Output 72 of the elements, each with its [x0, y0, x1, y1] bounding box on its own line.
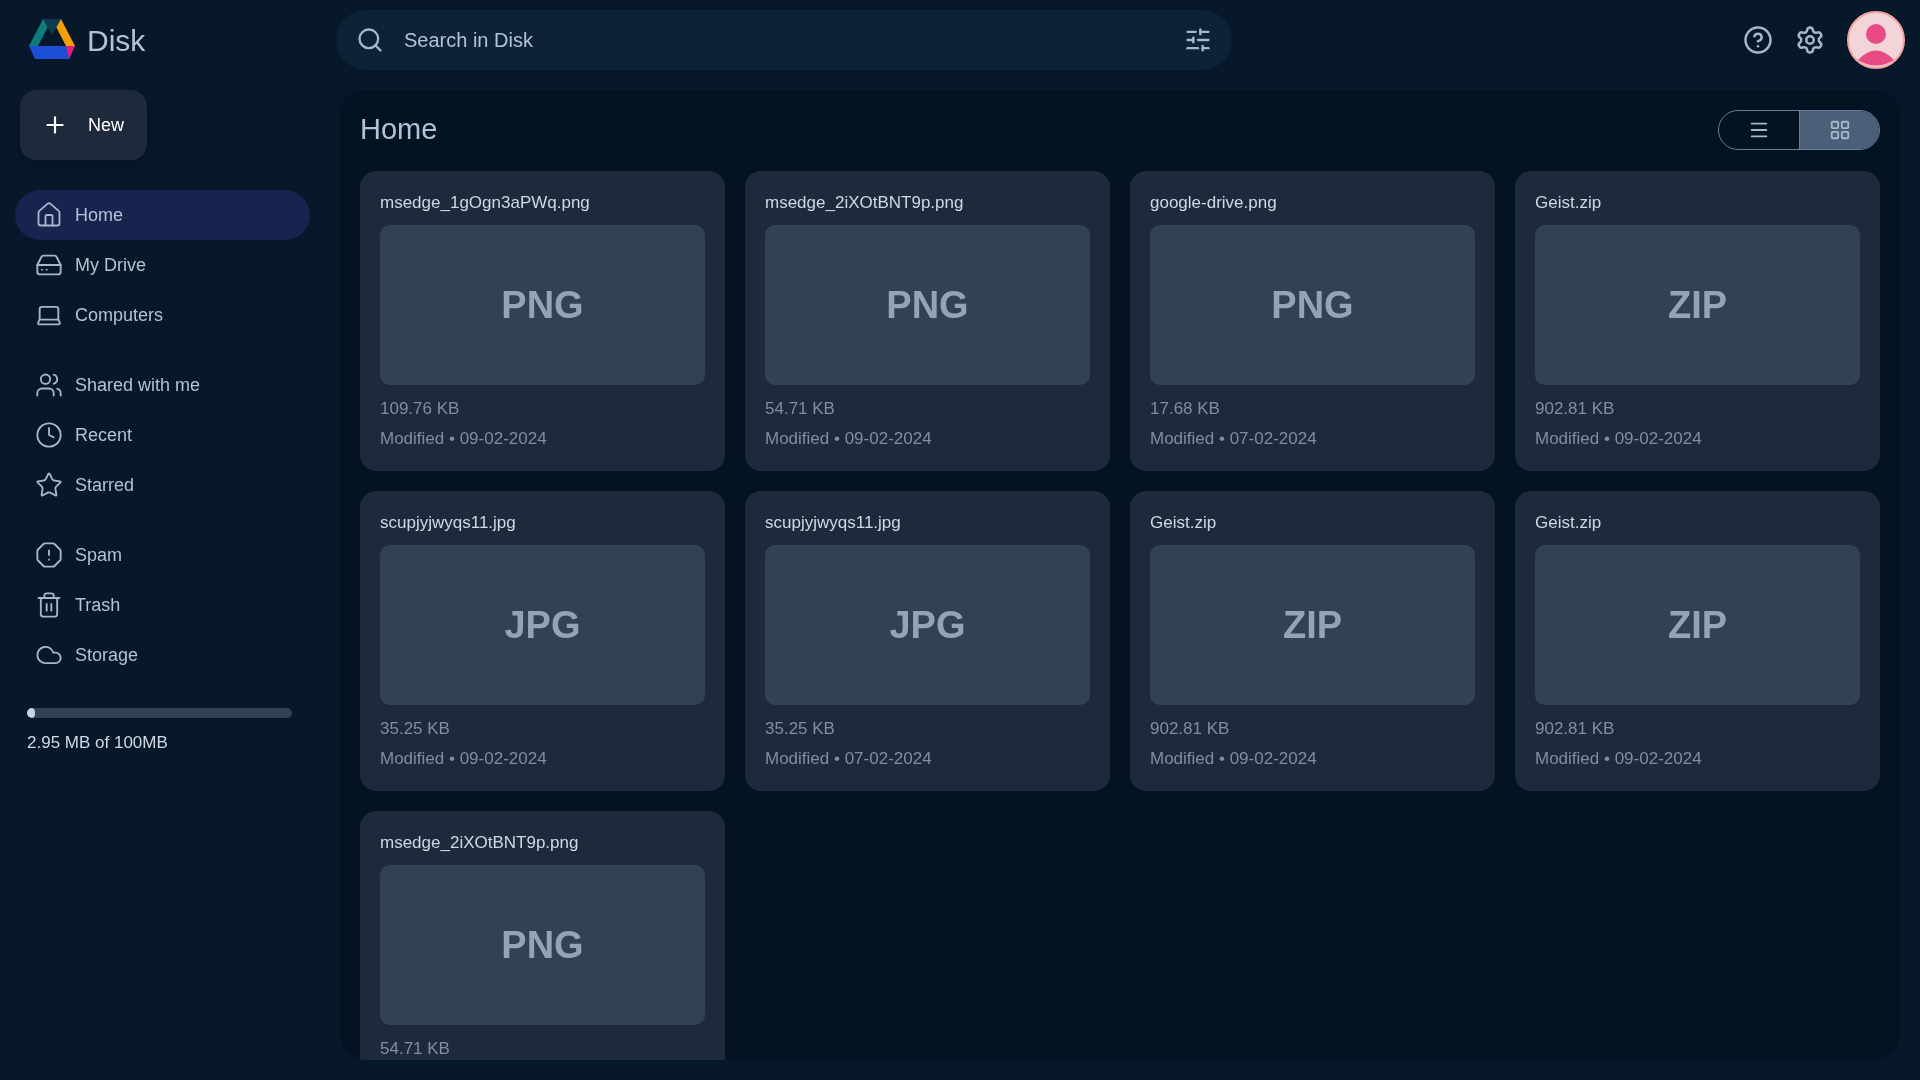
file-card[interactable]: scupjyjwyqs11.jpg JPG 35.25 KB Modified • 09-02-2024	[360, 491, 725, 791]
grid-view-button[interactable]	[1799, 111, 1879, 149]
home-icon	[35, 201, 63, 229]
file-card[interactable]: google-drive.png PNG 17.68 KB Modified • 07-02-2024	[1130, 171, 1495, 471]
star-icon	[35, 471, 63, 499]
file-modified: Modified • 09-02-2024	[765, 428, 933, 450]
file-type: ZIP	[1667, 602, 1728, 648]
page-title: Home	[360, 112, 438, 148]
file-size: 902.81 KB	[1535, 398, 1616, 420]
file-name: google-drive.png	[1150, 192, 1278, 214]
file-card[interactable]: Geist.zip ZIP 902.81 KB Modified • 09-02-2024	[1515, 171, 1880, 471]
file-size: 17.68 KB	[1150, 398, 1221, 420]
app-title: Disk	[87, 22, 146, 59]
file-type: JPG	[889, 602, 966, 648]
file-modified: Modified • 09-02-2024	[1535, 428, 1703, 450]
storage-text: 2.95 MB of 100MB	[27, 732, 169, 754]
avatar[interactable]	[1847, 11, 1905, 69]
file-modified: Modified • 07-02-2024	[1150, 428, 1318, 450]
file-name: Geist.zip	[1535, 512, 1603, 534]
nav-item[interactable]: Storage	[15, 630, 310, 680]
file-modified: Modified • 07-02-2024	[765, 748, 933, 770]
file-card[interactable]: msedge_2iXOtBNT9p.png PNG 54.71 KB Modified • 09-02-2024	[745, 171, 1110, 471]
nav-item[interactable]: Computers	[15, 290, 310, 340]
file-type: PNG	[501, 922, 584, 968]
file-size: 54.71 KB	[765, 398, 836, 420]
file-modified: Modified • 09-02-2024	[380, 428, 548, 450]
new-button[interactable]: New	[20, 90, 147, 160]
nav-item[interactable]: Shared with me	[15, 360, 310, 410]
file-name: msedge_1gOgn3aPWq.png	[380, 192, 591, 214]
file-type: PNG	[501, 282, 584, 328]
search-field[interactable]: Search in Disk	[336, 10, 1232, 70]
file-size: 902.81 KB	[1150, 718, 1231, 740]
file-card[interactable]: Geist.zip ZIP 902.81 KB Modified • 09-02-2024	[1130, 491, 1495, 791]
people-icon	[35, 371, 63, 399]
file-card[interactable]: msedge_1gOgn3aPWq.png PNG 109.76 KB Modified • 09-02-2024	[360, 171, 725, 471]
file-size: 54.71 KB	[380, 1038, 451, 1060]
file-type: PNG	[886, 282, 969, 328]
file-size: 35.25 KB	[380, 718, 451, 740]
file-modified: Modified • 09-02-2024	[1150, 748, 1318, 770]
nav-item[interactable]: Spam	[15, 530, 310, 580]
file-card[interactable]: msedge_2iXOtBNT9p.png PNG 54.71 KB	[360, 811, 725, 1060]
warning-icon	[35, 541, 63, 569]
clock-icon	[35, 421, 63, 449]
trash-icon	[35, 591, 63, 619]
nav-item[interactable]: Trash	[15, 580, 310, 630]
file-size: 35.25 KB	[765, 718, 836, 740]
file-modified: Modified • 09-02-2024	[380, 748, 548, 770]
nav-item[interactable]: Recent	[15, 410, 310, 460]
nav-item[interactable]: My Drive	[15, 240, 310, 290]
file-type: ZIP	[1282, 602, 1343, 648]
nav-item[interactable]: Home	[15, 190, 310, 240]
help-icon[interactable]	[1743, 25, 1773, 55]
file-card[interactable]: Geist.zip ZIP 902.81 KB Modified • 09-02-2024	[1515, 491, 1880, 791]
file-type: ZIP	[1667, 282, 1728, 328]
logo-icon	[29, 19, 75, 61]
file-name: scupjyjwyqs11.jpg	[765, 512, 902, 534]
file-name: msedge_2iXOtBNT9p.png	[765, 192, 965, 214]
file-type: PNG	[1271, 282, 1354, 328]
file-name: Geist.zip	[1150, 512, 1218, 534]
file-name: scupjyjwyqs11.jpg	[380, 512, 517, 534]
file-name: msedge_2iXOtBNT9p.png	[380, 832, 580, 854]
settings-icon[interactable]	[1795, 25, 1825, 55]
file-modified: Modified • 09-02-2024	[1535, 748, 1703, 770]
grid-icon	[1828, 119, 1851, 141]
search-icon	[356, 26, 384, 54]
file-size: 109.76 KB	[380, 398, 461, 420]
filter-icon[interactable]	[1184, 26, 1212, 54]
file-type: JPG	[504, 602, 581, 648]
nav-item[interactable]: Starred	[15, 460, 310, 510]
file-size: 902.81 KB	[1535, 718, 1616, 740]
file-name: Geist.zip	[1535, 192, 1603, 214]
file-card[interactable]: scupjyjwyqs11.jpg JPG 35.25 KB Modified • 07-02-2024	[745, 491, 1110, 791]
